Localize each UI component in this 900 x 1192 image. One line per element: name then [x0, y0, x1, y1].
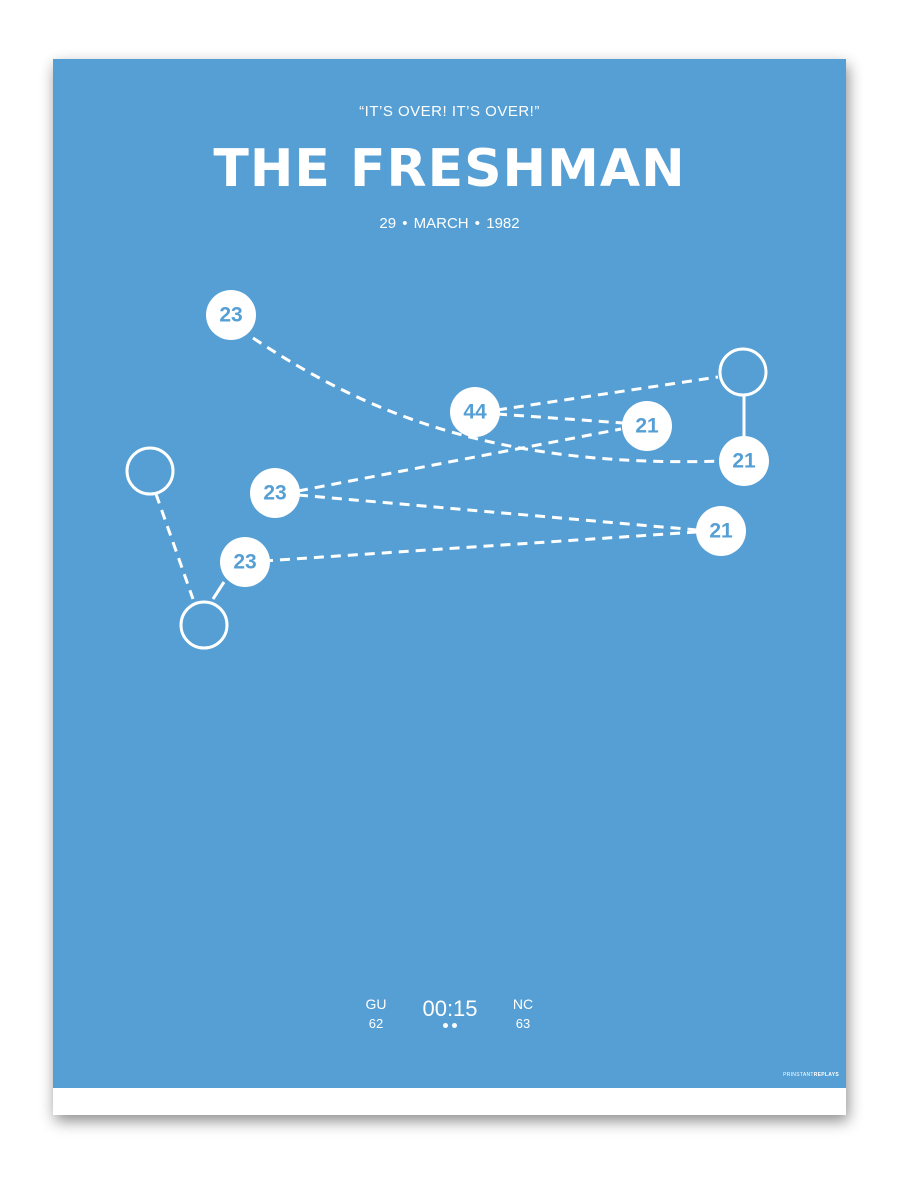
path-empty-left-to-empty-bottom: [154, 493, 195, 600]
player-marker: 23: [250, 468, 300, 518]
brand-prefix: PRINSTANT: [783, 1072, 814, 1078]
player-marker: 23: [206, 290, 256, 340]
period-dot: [452, 1023, 457, 1028]
player-number-label: 21: [709, 520, 733, 543]
brand-mark: PRINSTANTREPLAYS: [783, 1072, 839, 1078]
path-44-to-empty-top-right: [496, 375, 719, 412]
empty-position-top-right: [718, 347, 768, 397]
path-23-lower-to-21-right: [262, 530, 698, 563]
path-23-to-21-crossing: [297, 427, 622, 493]
home-team: GU 62: [346, 995, 406, 1033]
player-markers: 23 44 21 21 23 21 23: [206, 290, 769, 587]
home-team-abbr: GU: [365, 996, 387, 1012]
player-number-label: 23: [233, 551, 256, 574]
path-23-to-21-right: [297, 493, 698, 532]
empty-position-bottom-left: [179, 600, 229, 650]
player-marker: 21: [622, 401, 672, 451]
empty-position-markers: [125, 347, 768, 650]
player-marker: 23: [220, 537, 270, 587]
path-44-to-21: [496, 412, 624, 425]
brand-suffix: REPLAYS: [813, 1072, 839, 1078]
player-marker: 21: [696, 506, 746, 556]
player-marker: 44: [450, 387, 500, 437]
away-team: NC 63: [493, 995, 553, 1033]
game-clock: 00:15: [400, 995, 500, 1028]
poster: “IT’S OVER! IT’S OVER!” THE FRESHMAN 29 …: [53, 59, 846, 1115]
player-number-label: 23: [263, 482, 286, 505]
away-team-abbr: NC: [512, 996, 534, 1012]
away-team-score: 63: [515, 1016, 531, 1031]
home-team-score: 62: [368, 1016, 384, 1031]
player-number-label: 21: [732, 450, 756, 473]
screen-line-left: [211, 581, 226, 600]
empty-position-left: [125, 446, 175, 496]
period-dots: [400, 1023, 500, 1028]
player-marker: 21: [719, 436, 769, 486]
period-dot: [443, 1023, 448, 1028]
game-clock-time: 00:15: [422, 996, 478, 1021]
player-number-label: 21: [635, 415, 659, 438]
poster-field: “IT’S OVER! IT’S OVER!” THE FRESHMAN 29 …: [53, 59, 846, 1088]
play-diagram: 23 44 21 21 23 21 23: [125, 290, 769, 650]
player-number-label: 44: [463, 401, 487, 424]
player-number-label: 23: [219, 304, 242, 327]
